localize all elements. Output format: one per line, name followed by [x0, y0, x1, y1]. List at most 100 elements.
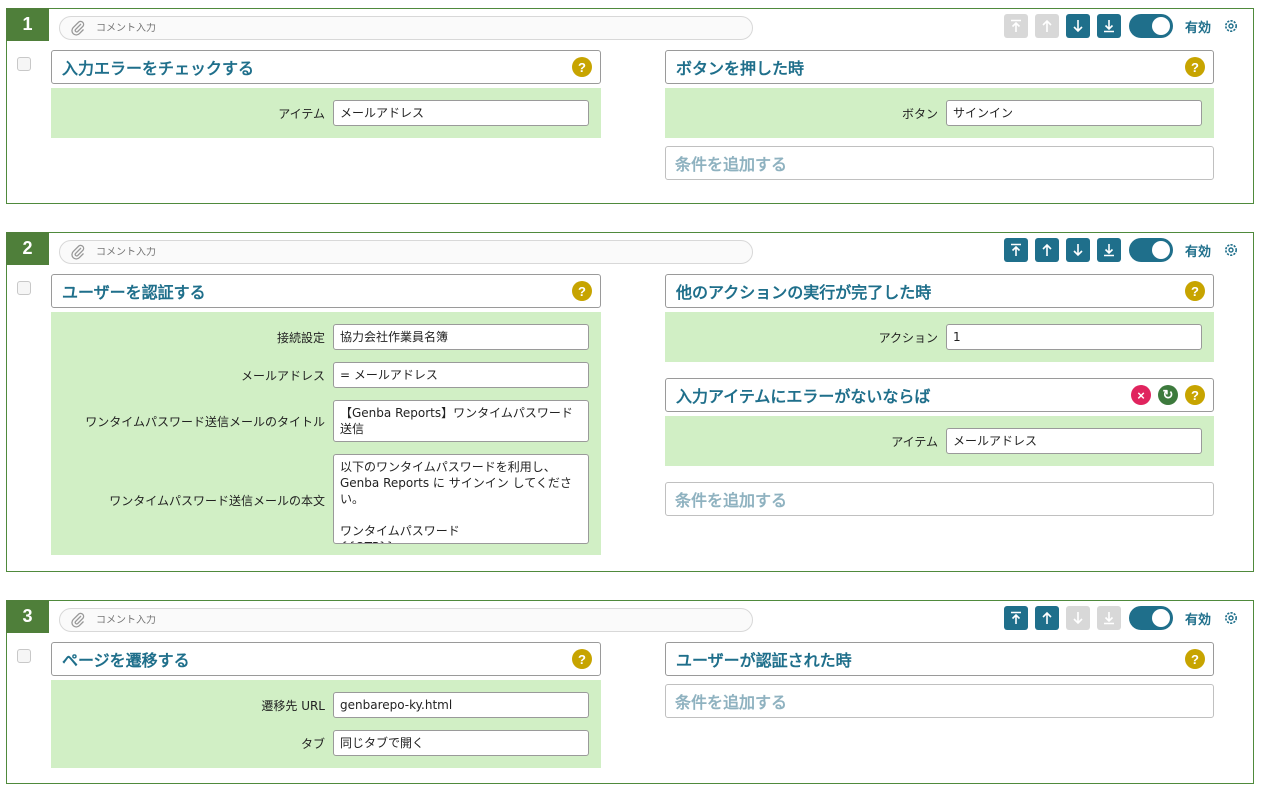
enabled-label: 有効	[1184, 20, 1211, 36]
arrow-up-icon	[1042, 19, 1052, 32]
move-up-button[interactable]	[1034, 238, 1059, 262]
comment-field[interactable]	[59, 16, 753, 40]
arrow-up-icon	[1042, 243, 1052, 256]
gear-icon[interactable]	[1223, 18, 1239, 34]
arrow-to-bottom-icon	[1103, 244, 1114, 257]
trigger-title-text: ユーザーが認証された時	[676, 651, 852, 670]
help-icon[interactable]: ?	[1185, 281, 1205, 301]
action-title-text: ページを遷移する	[62, 651, 190, 670]
field-item[interactable]: メールアドレス	[333, 100, 589, 126]
remove-icon[interactable]: ×	[1131, 385, 1151, 405]
trigger-params-panel: ボタン サインイン	[665, 88, 1214, 138]
rule-number: 3	[6, 600, 49, 633]
comment-input[interactable]	[96, 246, 696, 258]
action-title-text: ユーザーを認証する	[62, 283, 206, 302]
arrow-to-top-icon	[1010, 243, 1021, 256]
trigger-title[interactable]: 他のアクションの実行が完了した時 ?	[665, 274, 1214, 308]
rule-number: 1	[6, 8, 49, 41]
trigger-title[interactable]: ユーザーが認証された時 ?	[665, 642, 1214, 676]
move-to-bottom-button[interactable]	[1096, 606, 1121, 630]
field-label: 接続設定	[276, 331, 325, 345]
action-params-panel: 遷移先 URL genbarepo-ky.html タブ 同じタブで開く	[51, 680, 601, 768]
move-up-button[interactable]	[1034, 606, 1059, 630]
move-up-button[interactable]	[1034, 14, 1059, 38]
move-down-button[interactable]	[1065, 238, 1090, 262]
arrow-down-icon	[1073, 20, 1083, 33]
enabled-toggle[interactable]	[1128, 14, 1173, 38]
field-connection[interactable]: 協力会社作業員名簿	[333, 324, 589, 350]
arrow-to-bottom-icon	[1103, 612, 1114, 625]
rule-select-checkbox[interactable]	[17, 649, 31, 663]
field-item[interactable]: メールアドレス	[946, 428, 1202, 454]
rule-select-checkbox[interactable]	[17, 281, 31, 295]
action-params-panel: アイテム メールアドレス	[51, 88, 601, 138]
arrow-to-bottom-icon	[1103, 20, 1114, 33]
field-url[interactable]: genbarepo-ky.html	[333, 692, 589, 718]
action-title[interactable]: ユーザーを認証する ?	[51, 274, 601, 308]
trigger-title-text: 他のアクションの実行が完了した時	[676, 283, 932, 302]
paperclip-icon	[71, 612, 85, 628]
comment-field[interactable]	[59, 240, 753, 264]
gear-icon[interactable]	[1223, 610, 1239, 626]
field-label: アイテム	[278, 107, 325, 121]
enabled-toggle[interactable]	[1128, 606, 1173, 630]
field-email[interactable]: = メールアドレス	[333, 362, 589, 388]
help-icon[interactable]: ?	[572, 281, 592, 301]
help-icon[interactable]: ?	[1185, 57, 1205, 77]
enabled-label: 有効	[1184, 244, 1211, 260]
arrow-to-top-icon	[1010, 19, 1021, 32]
trigger-title[interactable]: ボタンを押した時 ?	[665, 50, 1214, 84]
arrow-to-top-icon	[1010, 611, 1021, 624]
gear-icon[interactable]	[1223, 242, 1239, 258]
arrow-up-icon	[1042, 611, 1052, 624]
comment-input[interactable]	[96, 22, 696, 34]
arrow-down-icon	[1073, 612, 1083, 625]
action-title[interactable]: 入力エラーをチェックする ?	[51, 50, 601, 84]
paperclip-icon	[71, 244, 85, 260]
rule-block-2: 2 有効 ユーザーを認証する ? 接続設定 協力会社作業員名簿 メールアドレス …	[6, 232, 1254, 572]
field-action[interactable]: 1	[946, 324, 1202, 350]
help-icon[interactable]: ?	[1185, 385, 1205, 405]
help-icon[interactable]: ?	[1185, 649, 1205, 669]
move-to-top-button[interactable]	[1003, 606, 1028, 630]
move-down-button[interactable]	[1065, 14, 1090, 38]
rule-block-1: 1 有効 入力エラーをチェックする ? アイテム メールアドレス ボタンを押した…	[6, 8, 1254, 204]
rule-toolbar: 有効	[997, 606, 1239, 630]
condition-title-text: 入力アイテムにエラーがないならば	[676, 387, 931, 406]
condition-params-panel: アイテム メールアドレス	[665, 416, 1214, 466]
field-label: アイテム	[891, 435, 938, 449]
field-label: ワンタイムパスワード送信メールのタイトル	[85, 415, 325, 429]
rule-toolbar: 有効	[997, 14, 1239, 38]
help-icon[interactable]: ?	[572, 57, 592, 77]
enabled-toggle[interactable]	[1128, 238, 1173, 262]
paperclip-icon	[71, 20, 85, 36]
trigger-params-panel: アクション 1	[665, 312, 1214, 362]
move-to-bottom-button[interactable]	[1096, 238, 1121, 262]
condition-title[interactable]: 入力アイテムにエラーがないならば × ↻ ?	[665, 378, 1214, 412]
add-condition-button[interactable]: 条件を追加する	[665, 684, 1214, 718]
move-down-button[interactable]	[1065, 606, 1090, 630]
field-mail-title[interactable]: 【Genba Reports】ワンタイムパスワード送信	[333, 400, 589, 442]
rule-toolbar: 有効	[997, 238, 1239, 262]
refresh-icon[interactable]: ↻	[1158, 385, 1178, 405]
enabled-label: 有効	[1184, 612, 1211, 628]
rule-select-checkbox[interactable]	[17, 57, 31, 71]
move-to-top-button[interactable]	[1003, 238, 1028, 262]
arrow-down-icon	[1073, 244, 1083, 257]
field-tab[interactable]: 同じタブで開く	[333, 730, 589, 756]
field-mail-body[interactable]: 以下のワンタイムパスワードを利用し、 Genba Reports に サインイン…	[333, 454, 589, 544]
rule-number: 2	[6, 232, 49, 265]
move-to-bottom-button[interactable]	[1096, 14, 1121, 38]
comment-field[interactable]	[59, 608, 753, 632]
field-button[interactable]: サインイン	[946, 100, 1202, 126]
add-condition-button[interactable]: 条件を追加する	[665, 146, 1214, 180]
field-label: メールアドレス	[240, 369, 325, 383]
action-params-panel: 接続設定 協力会社作業員名簿 メールアドレス = メールアドレス ワンタイムパス…	[51, 312, 601, 555]
trigger-title-text: ボタンを押した時	[676, 59, 805, 78]
action-title[interactable]: ページを遷移する ?	[51, 642, 601, 676]
move-to-top-button[interactable]	[1003, 14, 1028, 38]
rule-block-3: 3 有効 ページを遷移する ? 遷移先 URL genbarepo-ky.htm…	[6, 600, 1254, 784]
help-icon[interactable]: ?	[572, 649, 592, 669]
add-condition-button[interactable]: 条件を追加する	[665, 482, 1214, 516]
comment-input[interactable]	[96, 614, 696, 626]
